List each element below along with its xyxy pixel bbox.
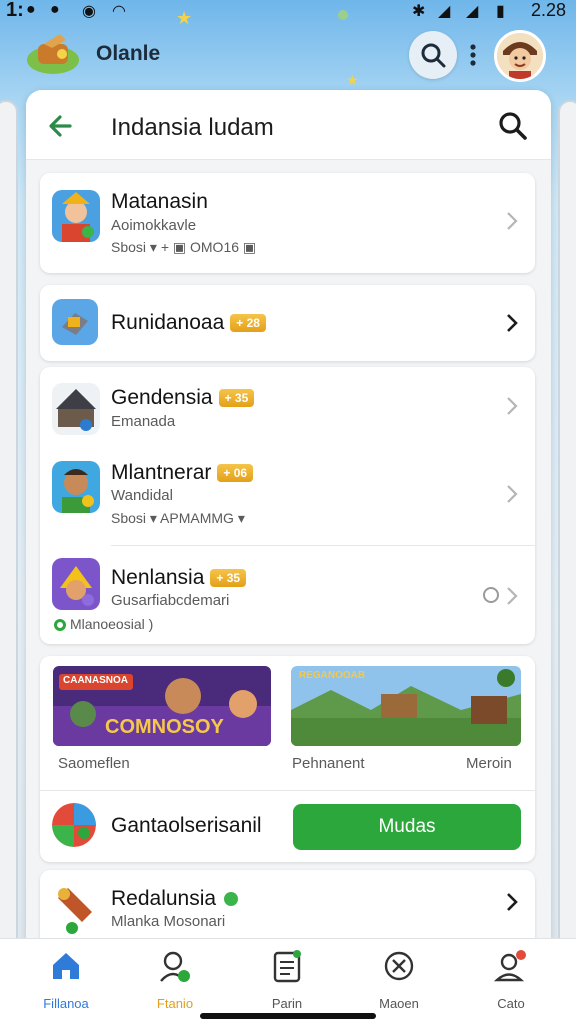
- star-decoration-icon: ★: [346, 72, 359, 88]
- search-icon: [421, 43, 446, 68]
- reward-badge: + 28: [230, 314, 266, 333]
- nav-label: Cato: [497, 996, 525, 1011]
- bottom-navigation: Fillanoa Ftanio Parin Maoen Cato: [0, 938, 576, 1024]
- bluetooth-icon: ✱: [412, 3, 426, 20]
- item-title: Mlantnerar + 06: [111, 461, 254, 485]
- item-subtitle: Wandidal: [111, 487, 173, 504]
- nav-item-account[interactable]: Cato: [471, 949, 551, 1013]
- reward-badge: + 35: [218, 389, 255, 408]
- nav-label: Maoen: [379, 996, 419, 1011]
- chevron-right-icon: [507, 587, 518, 605]
- online-status-icon: [54, 619, 66, 632]
- home-icon: [53, 953, 79, 979]
- feature-icon: [52, 803, 96, 847]
- status-clock: 2.28: [530, 0, 566, 20]
- chevron-right-icon: [507, 314, 518, 332]
- category-panel: Indansia ludam Matanasin Aoimokkavle Sbo…: [26, 90, 551, 970]
- list-item[interactable]: Mlantnerar + 06 Wandidal Sbosi ▾ APMAMMG …: [40, 447, 535, 545]
- signal-icon: ◢: [438, 3, 451, 20]
- nav-label: Parin: [271, 996, 303, 1011]
- status-time: 1:: [6, 0, 24, 21]
- app-title: Olanle: [96, 42, 161, 65]
- nav-item-cancel[interactable]: Maoen: [359, 949, 439, 1013]
- item-title: Redalunsia: [111, 887, 239, 911]
- chevron-right-icon: [507, 397, 518, 415]
- clipboard-icon: [273, 950, 301, 983]
- promo-banner-right[interactable]: REGANOOAB: [291, 666, 521, 746]
- reward-badge: + 35: [210, 569, 247, 588]
- nav-item-profile[interactable]: Ftanio: [135, 949, 215, 1013]
- item-subtitle: Aoimokkavle: [111, 217, 197, 234]
- profile-check-icon: [160, 951, 190, 982]
- search-icon: [499, 112, 527, 140]
- nav-item-home[interactable]: Fillanoa: [26, 949, 106, 1013]
- item-meta: Sbosi ▾ + ▣ OMO16 ▣: [111, 239, 257, 255]
- app-notification-icon: ●: [26, 1, 36, 18]
- game-app-icon: [52, 558, 100, 610]
- verified-icon: [224, 892, 239, 907]
- app-logo: [24, 30, 82, 78]
- section-divider: [40, 790, 535, 791]
- nav-item-list[interactable]: Parin: [247, 949, 327, 1013]
- game-app-icon: [52, 299, 98, 345]
- arrow-left-icon: [49, 115, 72, 137]
- back-button[interactable]: [44, 110, 76, 142]
- feature-title: Gantaolserisanil: [111, 814, 262, 837]
- promo-card: CAANASNOA COMNOSOY REGANOOAB Saomeflen P…: [40, 656, 535, 862]
- page-title: Indansia ludam: [111, 114, 274, 141]
- item-subtitle: Gusarfiabcdemari: [111, 592, 230, 609]
- battery-icon: ▮: [496, 3, 505, 20]
- item-meta: Sbosi ▾ APMAMMG ▾: [111, 510, 245, 526]
- info-circle-icon: [483, 587, 499, 603]
- header-search-button[interactable]: [409, 31, 457, 79]
- item-subtitle: Mlanka Mosonari: [111, 913, 226, 930]
- item-title: Runidanoaa + 28: [111, 311, 266, 335]
- game-app-icon: [52, 383, 100, 435]
- banner-caption: Saomeflen: [58, 755, 130, 772]
- location-icon: ◉: [82, 3, 96, 20]
- banner-caption: Meroin: [466, 755, 512, 772]
- game-notification-icon: ●: [50, 1, 60, 18]
- list-item[interactable]: Nenlansia + 35 Gusarfiabcdemari Mlanoeosi…: [40, 546, 535, 644]
- item-subtitle: Emanada: [111, 413, 176, 430]
- banner-caption: Pehnanent: [292, 755, 365, 772]
- list-item[interactable]: Gendensia + 35 Emanada: [40, 367, 535, 447]
- reward-badge: + 06: [217, 464, 254, 483]
- game-app-icon: [52, 461, 100, 513]
- grouped-list-card: Gendensia + 35 Emanada Mlantnerar + 06 Wan…: [40, 367, 535, 644]
- nav-label: Ftanio: [156, 996, 194, 1011]
- item-title: Gendensia + 35: [111, 386, 255, 410]
- banner-title: COMNOSOY: [105, 716, 224, 738]
- game-app-icon: [52, 884, 100, 936]
- background-frame-left: [0, 100, 18, 960]
- cta-button[interactable]: Mudas: [293, 804, 521, 850]
- list-item-card[interactable]: Matanasin Aoimokkavle Sbosi ▾ + ▣ OMO16 …: [40, 173, 535, 273]
- panel-header: Indansia ludam: [26, 90, 551, 160]
- promo-banner-left[interactable]: CAANASNOA COMNOSOY: [53, 666, 271, 746]
- list-item-card[interactable]: Runidanoaa + 28: [40, 285, 535, 361]
- cross-circle-icon: [384, 951, 414, 981]
- chevron-right-icon: [507, 893, 518, 911]
- panel-search-button[interactable]: [497, 110, 529, 142]
- banner-tag: CAANASNOA: [63, 675, 128, 686]
- chevron-right-icon: [507, 485, 518, 503]
- item-title: Nenlansia + 35: [111, 566, 247, 590]
- game-app-icon: [52, 190, 100, 242]
- nav-label: Fillanoa: [43, 996, 89, 1011]
- user-notify-icon: [493, 950, 526, 982]
- wifi-icon: ◠: [112, 3, 126, 20]
- chevron-right-icon: [507, 212, 518, 230]
- item-title: Matanasin: [111, 190, 208, 213]
- signal-icon-2: ◢: [466, 3, 479, 20]
- status-bar: 1: ● ● ◉ ◠ ✱ ◢ ◢ ▮ 2.28: [0, 0, 576, 22]
- item-status: Mlanoeosial ): [54, 616, 153, 632]
- user-avatar[interactable]: [494, 30, 546, 82]
- background-frame-right: [558, 100, 576, 960]
- more-options-icon[interactable]: [470, 44, 476, 66]
- banner-tag: REGANOOAB: [299, 670, 366, 681]
- home-indicator: [200, 1013, 376, 1019]
